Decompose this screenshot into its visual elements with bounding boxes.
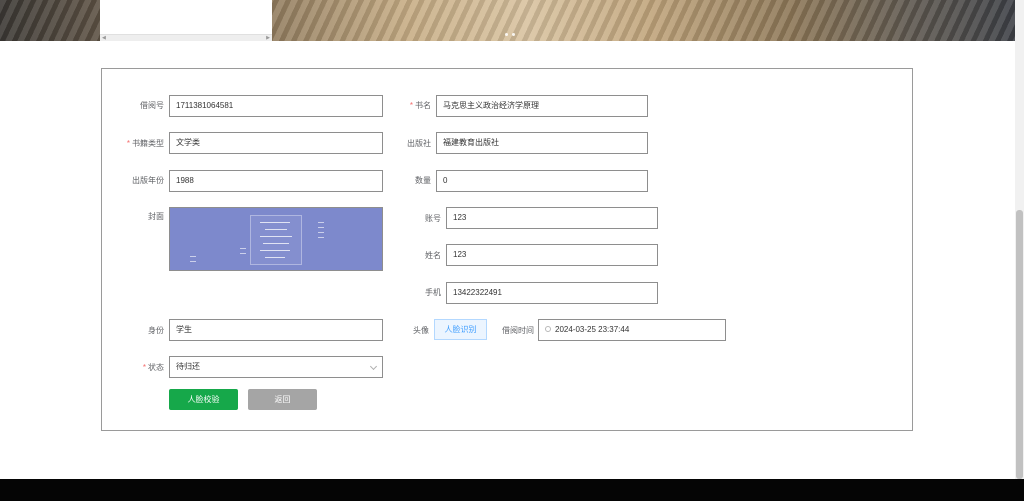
borrow-no-input[interactable]: 1711381064581	[169, 95, 383, 117]
publisher-label: 出版社	[407, 139, 431, 148]
book-name-input[interactable]: 马克思主义政治经济学原理	[436, 95, 648, 117]
borrow-time-value: 2024-03-25 23:37:44	[555, 325, 630, 334]
page-scrollbar[interactable]	[1015, 0, 1024, 479]
account-label: 账号	[425, 214, 441, 223]
carousel-dot[interactable]	[512, 33, 515, 36]
publisher-input[interactable]: 福建教育出版社	[436, 132, 648, 154]
phone-label: 手机	[425, 288, 441, 297]
borrow-time-input[interactable]: 2024-03-25 23:37:44	[538, 319, 726, 341]
account-input[interactable]: 123	[446, 207, 658, 229]
borrow-no-label: 借阅号	[140, 101, 164, 110]
avatar-label: 头像	[413, 326, 429, 335]
name-input[interactable]: 123	[446, 244, 658, 266]
face-recognition-button[interactable]: 人脸识别	[434, 319, 487, 340]
status-select[interactable]: 待归还	[169, 356, 383, 378]
page-scrollbar-thumb[interactable]	[1016, 210, 1023, 479]
name-label: 姓名	[425, 251, 441, 260]
quantity-input[interactable]: 0	[436, 170, 648, 192]
carousel-dot[interactable]	[505, 33, 508, 36]
top-banner: ◀ ▶	[0, 0, 1015, 41]
chevron-down-icon[interactable]	[369, 362, 378, 371]
pub-year-label: 出版年份	[132, 176, 164, 185]
scroll-left-icon[interactable]: ◀	[102, 35, 106, 41]
book-name-label: * 书名	[409, 101, 431, 110]
scroll-right-icon[interactable]: ▶	[266, 35, 270, 41]
cover-label: 封面	[148, 212, 164, 221]
status-label: * 状态	[142, 363, 164, 372]
quantity-label: 数量	[415, 176, 431, 185]
category-label: * 书籍类型	[126, 139, 164, 148]
carousel-indicators[interactable]	[505, 33, 515, 36]
identity-input[interactable]: 学生	[169, 319, 383, 341]
cover-image[interactable]	[169, 207, 383, 271]
category-input[interactable]: 文学类	[169, 132, 383, 154]
phone-input[interactable]: 13422322491	[446, 282, 658, 304]
identity-label: 身份	[148, 326, 164, 335]
face-verify-button[interactable]: 人脸校验	[169, 389, 238, 410]
borrow-time-label: 借阅时间	[502, 326, 534, 335]
status-value: 待归还	[176, 362, 200, 371]
page-footer	[0, 479, 1024, 501]
pub-year-input[interactable]: 1988	[169, 170, 383, 192]
back-button[interactable]: 返回	[248, 389, 317, 410]
banner-panel-scrollbar[interactable]: ◀ ▶	[100, 34, 272, 41]
clock-icon	[545, 326, 551, 332]
